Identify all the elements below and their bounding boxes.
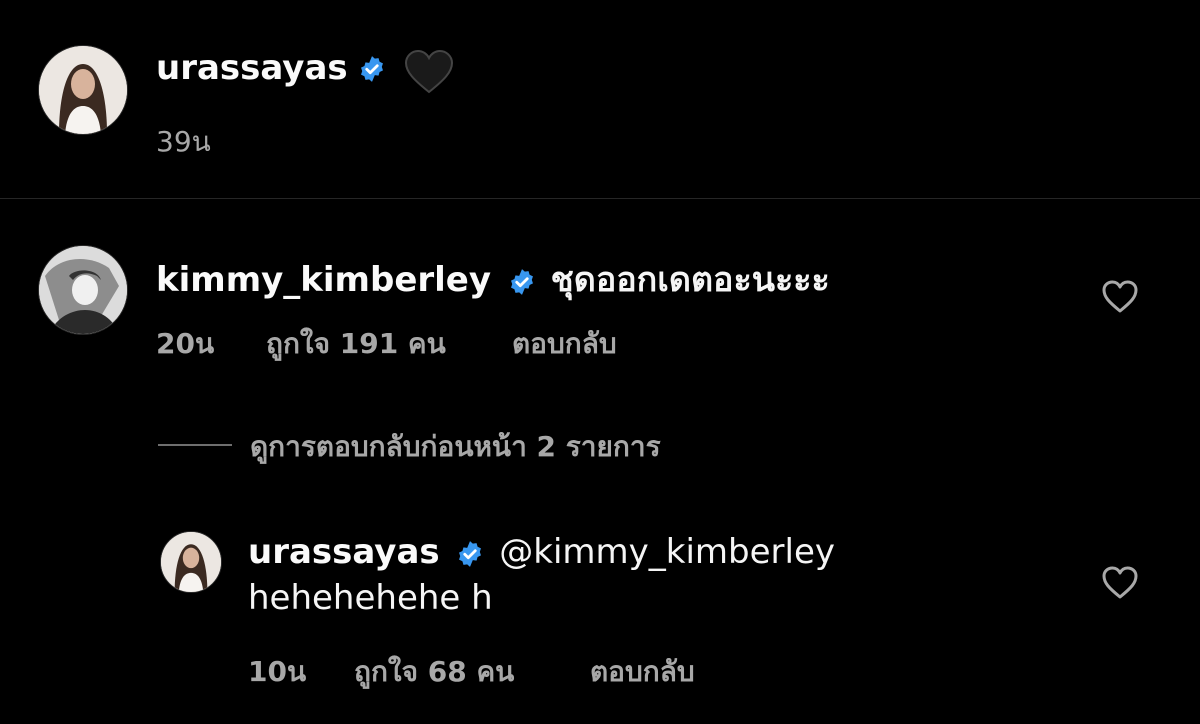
heart-icon: [1102, 566, 1138, 599]
reply-line: urassayas @kimmy_kimberley: [248, 532, 835, 572]
reply-username[interactable]: urassayas: [248, 532, 440, 572]
comment-reply-button[interactable]: ตอบกลับ: [512, 322, 617, 366]
comment-text: ชุดออกเดตอะนะะะ: [550, 260, 830, 300]
reply-likes[interactable]: ถูกใจ 68 คน: [354, 650, 514, 694]
comment-time: 20น: [156, 327, 215, 360]
avatar-photo: [39, 46, 127, 134]
view-previous-replies-button[interactable]: ดูการตอบกลับก่อนหน้า 2 รายการ: [250, 425, 661, 469]
caption-username[interactable]: urassayas: [156, 48, 348, 88]
view-replies-line: [158, 444, 232, 446]
reply-avatar[interactable]: [160, 531, 222, 593]
comment-line: kimmy_kimberley ชุดออกเดตอะนะะะ: [156, 252, 830, 306]
like-comment-button[interactable]: [1101, 279, 1139, 315]
comment-avatar[interactable]: [38, 245, 128, 335]
divider: [0, 198, 1200, 199]
verified-icon: [358, 55, 386, 83]
caption-time: 39น: [156, 125, 211, 158]
avatar-photo: [161, 532, 221, 592]
verified-icon: [508, 265, 536, 295]
comment-username[interactable]: kimmy_kimberley: [156, 260, 491, 300]
reply-text: hehehehehe h: [248, 578, 493, 618]
caption-avatar[interactable]: [38, 45, 128, 135]
reply-time: 10น: [248, 655, 307, 688]
reply-mention[interactable]: @kimmy_kimberley: [499, 532, 835, 572]
avatar-photo: [39, 246, 127, 334]
black-heart-emoji: [404, 49, 454, 94]
comment-likes[interactable]: ถูกใจ 191 คน: [266, 322, 446, 366]
reply-reply-button[interactable]: ตอบกลับ: [590, 650, 695, 694]
like-reply-button[interactable]: [1101, 565, 1139, 601]
verified-icon: [456, 537, 484, 567]
heart-icon: [1102, 280, 1138, 313]
